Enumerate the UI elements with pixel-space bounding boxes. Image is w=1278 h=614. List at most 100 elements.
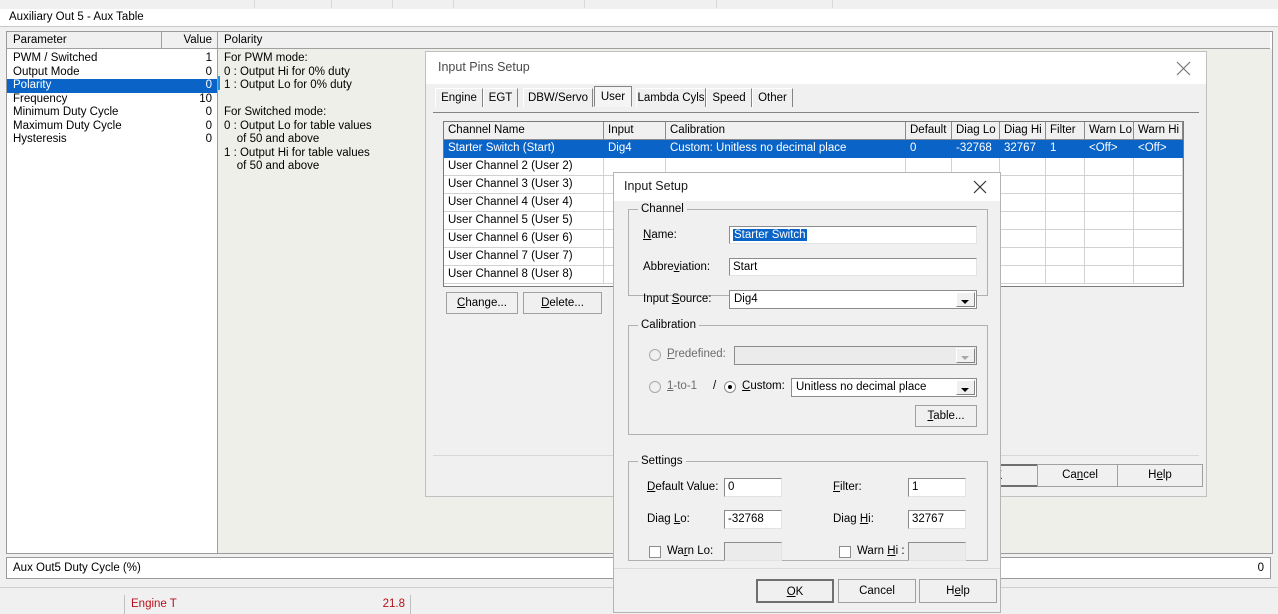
tab-divider <box>331 0 332 8</box>
cell-filter: 1 <box>1046 140 1085 158</box>
setup-cancel-button[interactable]: Cancel <box>838 579 916 603</box>
cell-channel-name: User Channel 5 (User 5) <box>444 212 604 230</box>
cell-diag-hi: 32767 <box>1000 140 1046 158</box>
col-header-warn-lo[interactable]: Warn Lo <box>1085 122 1134 140</box>
table-row[interactable]: PWM / Switched 1 <box>7 52 217 66</box>
column-header-parameter[interactable]: Parameter <box>7 32 162 49</box>
tab-divider <box>254 0 255 8</box>
change-button-rest: hange... <box>465 297 507 309</box>
cell-warn-lo <box>1085 158 1134 176</box>
cell-channel-name: User Channel 3 (User 3) <box>444 176 604 194</box>
dialog-title-bar[interactable]: Input Pins Setup <box>426 52 1206 84</box>
channel-group-legend: Channel <box>638 203 687 215</box>
delete-button-rest: elete... <box>549 297 584 309</box>
col-header-default[interactable]: Default <box>906 122 952 140</box>
table-row[interactable]: Minimum Duty Cycle 0 <box>7 106 217 120</box>
cell-channel-name: User Channel 4 (User 4) <box>444 194 604 212</box>
diag-lo-field[interactable]: -32768 <box>724 510 782 529</box>
one-to-one-radio[interactable] <box>649 381 661 393</box>
col-header-diag-lo[interactable]: Diag Lo <box>952 122 1000 140</box>
warn-lo-field[interactable] <box>724 542 782 561</box>
dialog-title: Input Setup <box>624 179 688 193</box>
calibration-group: Calibration Predefined: 1-to-1 / Custom:… <box>628 319 988 435</box>
abbreviation-field[interactable]: Start <box>729 258 977 276</box>
warn-hi-checkbox[interactable] <box>839 546 851 558</box>
delete-button[interactable]: Delete... <box>523 292 602 314</box>
close-icon[interactable] <box>1161 52 1206 83</box>
warn-hi-label: Warn Hi : <box>857 545 905 557</box>
cell-diag-hi <box>1000 248 1046 266</box>
col-header-input[interactable]: Input <box>604 122 666 140</box>
table-row[interactable]: Output Mode 0 <box>7 66 217 80</box>
calibration-group-legend: Calibration <box>638 319 699 331</box>
tab-divider <box>453 0 454 8</box>
table-row[interactable]: Maximum Duty Cycle 0 <box>7 120 217 134</box>
cell-warn-hi <box>1134 158 1183 176</box>
chevron-down-icon[interactable] <box>956 292 975 307</box>
warn-lo-checkbox[interactable] <box>649 546 661 558</box>
cell-diag-lo: -32768 <box>952 140 1000 158</box>
input-setup-dialog[interactable]: Input Setup Channel Name: Starter Switch… <box>613 172 1001 613</box>
cell-channel-name: User Channel 8 (User 8) <box>444 266 604 284</box>
cell-filter <box>1046 230 1085 248</box>
cell-filter <box>1046 158 1085 176</box>
warn-hi-field[interactable] <box>908 542 966 561</box>
setup-ok-button[interactable]: OK <box>756 579 834 603</box>
cell-warn-hi <box>1134 194 1183 212</box>
setup-dialog-separator <box>614 568 1000 569</box>
pins-help-button[interactable]: Help <box>1117 464 1203 487</box>
col-header-calibration[interactable]: Calibration <box>666 122 906 140</box>
pins-cancel-button[interactable]: Cancel <box>1037 464 1123 487</box>
cell-channel-name: User Channel 2 (User 2) <box>444 158 604 176</box>
cell-channel-name: User Channel 6 (User 6) <box>444 230 604 248</box>
input-source-label: Input Source: <box>643 293 712 305</box>
col-header-filter[interactable]: Filter <box>1046 122 1085 140</box>
gauge-cell[interactable] <box>0 595 124 614</box>
filter-field[interactable]: 1 <box>908 478 966 497</box>
default-value-field[interactable]: 0 <box>724 478 782 497</box>
filter-label: Filter: <box>833 481 862 493</box>
cell-filter <box>1046 266 1085 284</box>
name-field-value: Starter Switch <box>733 229 807 241</box>
cell-diag-hi <box>1000 266 1046 284</box>
diag-hi-field[interactable]: 32767 <box>908 510 966 529</box>
column-header-value[interactable]: Value <box>162 32 218 49</box>
gauge-cell[interactable]: Engine T 21.8 <box>124 595 411 614</box>
cell-diag-hi <box>1000 212 1046 230</box>
table-row[interactable]: Frequency 10 <box>7 93 217 107</box>
custom-radio[interactable] <box>724 381 736 393</box>
chevron-down-icon[interactable] <box>956 380 975 395</box>
column-header-description[interactable]: Polarity <box>218 32 1270 49</box>
predefined-select[interactable] <box>734 346 977 365</box>
name-field[interactable]: Starter Switch <box>729 226 977 244</box>
cell-diag-hi <box>1000 158 1046 176</box>
tab-divider <box>716 0 717 8</box>
table-button[interactable]: Table... <box>915 405 977 427</box>
custom-calibration-select[interactable]: Unitless no decimal place <box>791 378 977 397</box>
cell-default: 0 <box>906 140 952 158</box>
tab-divider <box>584 0 585 8</box>
dialog-title-bar[interactable]: Input Setup <box>614 173 1000 201</box>
cell-warn-lo <box>1085 176 1134 194</box>
table-row-selected[interactable]: Starter Switch (Start) Dig4 Custom: Unit… <box>444 140 1183 158</box>
close-icon[interactable] <box>960 173 1000 200</box>
cell-filter <box>1046 176 1085 194</box>
default-value-label: Default Value: <box>647 481 719 493</box>
predefined-radio[interactable] <box>649 349 661 361</box>
dialog-title: Input Pins Setup <box>438 60 530 74</box>
chevron-down-icon[interactable] <box>956 348 975 363</box>
page-title: Auxiliary Out 5 - Aux Table <box>9 11 144 23</box>
cell-channel-name: User Channel 7 (User 7) <box>444 248 604 266</box>
col-header-channel-name[interactable]: Channel Name <box>444 122 604 140</box>
cell-warn-hi <box>1134 266 1183 284</box>
col-header-warn-hi[interactable]: Warn Hi <box>1134 122 1183 140</box>
setup-help-button[interactable]: Help <box>919 579 997 603</box>
col-header-diag-hi[interactable]: Diag Hi <box>1000 122 1046 140</box>
table-row[interactable]: Hysteresis 0 <box>7 133 217 147</box>
input-source-select[interactable]: Dig4 <box>729 290 977 309</box>
settings-group-legend: Settings <box>638 455 686 467</box>
abbreviation-label: Abbreviation: <box>643 261 711 273</box>
table-row-selected[interactable]: Polarity 0 <box>7 79 217 93</box>
cell-warn-lo: <Off> <box>1085 140 1134 158</box>
change-button[interactable]: Change... <box>446 292 518 314</box>
